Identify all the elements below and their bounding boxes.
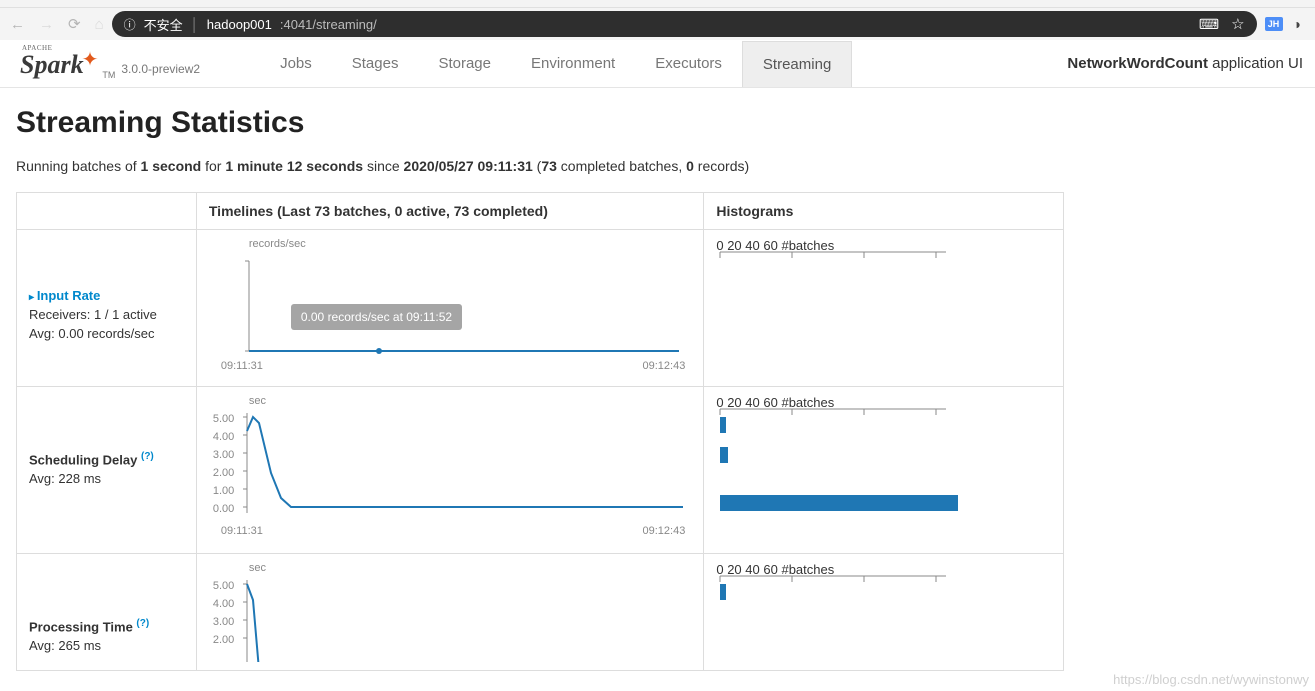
header-empty <box>17 193 197 230</box>
tab-stages[interactable]: Stages <box>332 41 419 87</box>
header-histograms: Histograms <box>704 193 1064 230</box>
row-input-rate: Input Rate Receivers: 1 / 1 active Avg: … <box>17 230 1064 387</box>
watermark: https://blog.csdn.net/wywinstonwy <box>1113 672 1309 687</box>
logo-spark-text: Spark <box>20 50 84 79</box>
logo-tm: TM <box>102 70 115 80</box>
logo-apache-text: APACHE <box>22 44 52 52</box>
url-path: :4041/streaming/ <box>280 17 377 32</box>
input-rate-link[interactable]: Input Rate <box>29 288 100 303</box>
nav-tabs: Jobs Stages Storage Environment Executor… <box>260 41 852 87</box>
help-icon[interactable]: (?) <box>136 618 149 629</box>
spark-header: APACHE Spark ✦ TM 3.0.0-preview2 Jobs St… <box>0 40 1315 88</box>
tab-storage[interactable]: Storage <box>418 41 511 87</box>
tab-environment[interactable]: Environment <box>511 41 635 87</box>
insecure-label: 不安全 <box>144 15 183 34</box>
spark-version: 3.0.0-preview2 <box>121 62 200 76</box>
proc-avg: Avg: 265 ms <box>29 638 184 653</box>
sched-delay-histogram: 0 20 40 60 #batches <box>716 395 1051 545</box>
tab-executors[interactable]: Executors <box>635 41 742 87</box>
url-host: hadoop001 <box>207 17 272 32</box>
reload-icon[interactable]: ⟳ <box>68 15 81 33</box>
tab-streaming[interactable]: Streaming <box>742 41 852 87</box>
home-icon[interactable]: ⌂ <box>95 16 104 33</box>
input-avg-text: Avg: 0.00 records/sec <box>29 326 184 341</box>
help-icon[interactable]: (?) <box>141 451 154 462</box>
sched-delay-name: Scheduling Delay <box>29 452 141 467</box>
back-icon[interactable]: ← <box>10 16 25 33</box>
page-content: Streaming Statistics Running batches of … <box>0 88 1315 685</box>
site-info-icon[interactable]: ⓘ <box>124 16 136 33</box>
url-separator: │ <box>191 17 199 32</box>
x-end: 09:12:43 <box>643 360 686 372</box>
stats-table: Timelines (Last 73 batches, 0 active, 73… <box>16 192 1064 671</box>
browser-tab-strip <box>0 0 1315 8</box>
app-suffix: application UI <box>1208 55 1303 72</box>
translate-icon[interactable]: ⌨ <box>1199 16 1219 33</box>
running-summary: Running batches of 1 second for 1 minute… <box>16 158 1299 174</box>
y-unit: sec <box>249 395 266 407</box>
extension-jh-icon[interactable]: JH <box>1265 17 1283 31</box>
header-timelines: Timelines (Last 73 batches, 0 active, 73… <box>196 193 703 230</box>
x-start: 09:11:31 <box>221 360 263 372</box>
browser-toolbar: ← → ⟳ ⌂ ⓘ 不安全 │ hadoop001 :4041/streaming… <box>0 8 1315 40</box>
spark-logo[interactable]: APACHE Spark ✦ TM <box>20 47 115 80</box>
page-title: Streaming Statistics <box>16 106 1299 140</box>
sched-delay-timeline-chart: sec 5.00 4.00 3.00 2.00 1.00 0.00 09:11:… <box>209 395 691 545</box>
receivers-text: Receivers: 1 / 1 active <box>29 307 184 322</box>
proc-time-timeline-chart: sec 5.00 4.00 3.00 2.00 <box>209 562 691 662</box>
sched-avg: Avg: 228 ms <box>29 471 184 486</box>
proc-time-name: Processing Time <box>29 619 136 634</box>
proc-time-histogram: 0 20 40 60 #batches <box>716 562 1051 662</box>
row-processing-time: Processing Time (?) Avg: 265 ms sec 5.00… <box>17 554 1064 671</box>
extension-icon[interactable]: ◑ <box>1293 16 1301 32</box>
app-name: NetworkWordCount <box>1067 55 1208 72</box>
row-scheduling-delay: Scheduling Delay (?) Avg: 228 ms sec 5.0… <box>17 387 1064 554</box>
tab-jobs[interactable]: Jobs <box>260 41 332 87</box>
app-title: NetworkWordCount application UI <box>1067 55 1303 72</box>
input-rate-histogram: 0 20 40 60 #batches <box>716 238 1051 378</box>
chart-tooltip: 0.00 records/sec at 09:11:52 <box>291 304 462 330</box>
input-rate-timeline-chart: records/sec 0.00 records/sec at 09:11:52… <box>209 238 691 378</box>
chart-point-marker <box>376 348 382 354</box>
address-bar[interactable]: ⓘ 不安全 │ hadoop001 :4041/streaming/ ⌨ ☆ <box>112 11 1257 37</box>
bookmark-star-icon[interactable]: ☆ <box>1231 15 1244 33</box>
y-unit: records/sec <box>249 238 306 250</box>
forward-icon: → <box>39 16 54 33</box>
spark-star-icon: ✦ <box>82 47 99 72</box>
